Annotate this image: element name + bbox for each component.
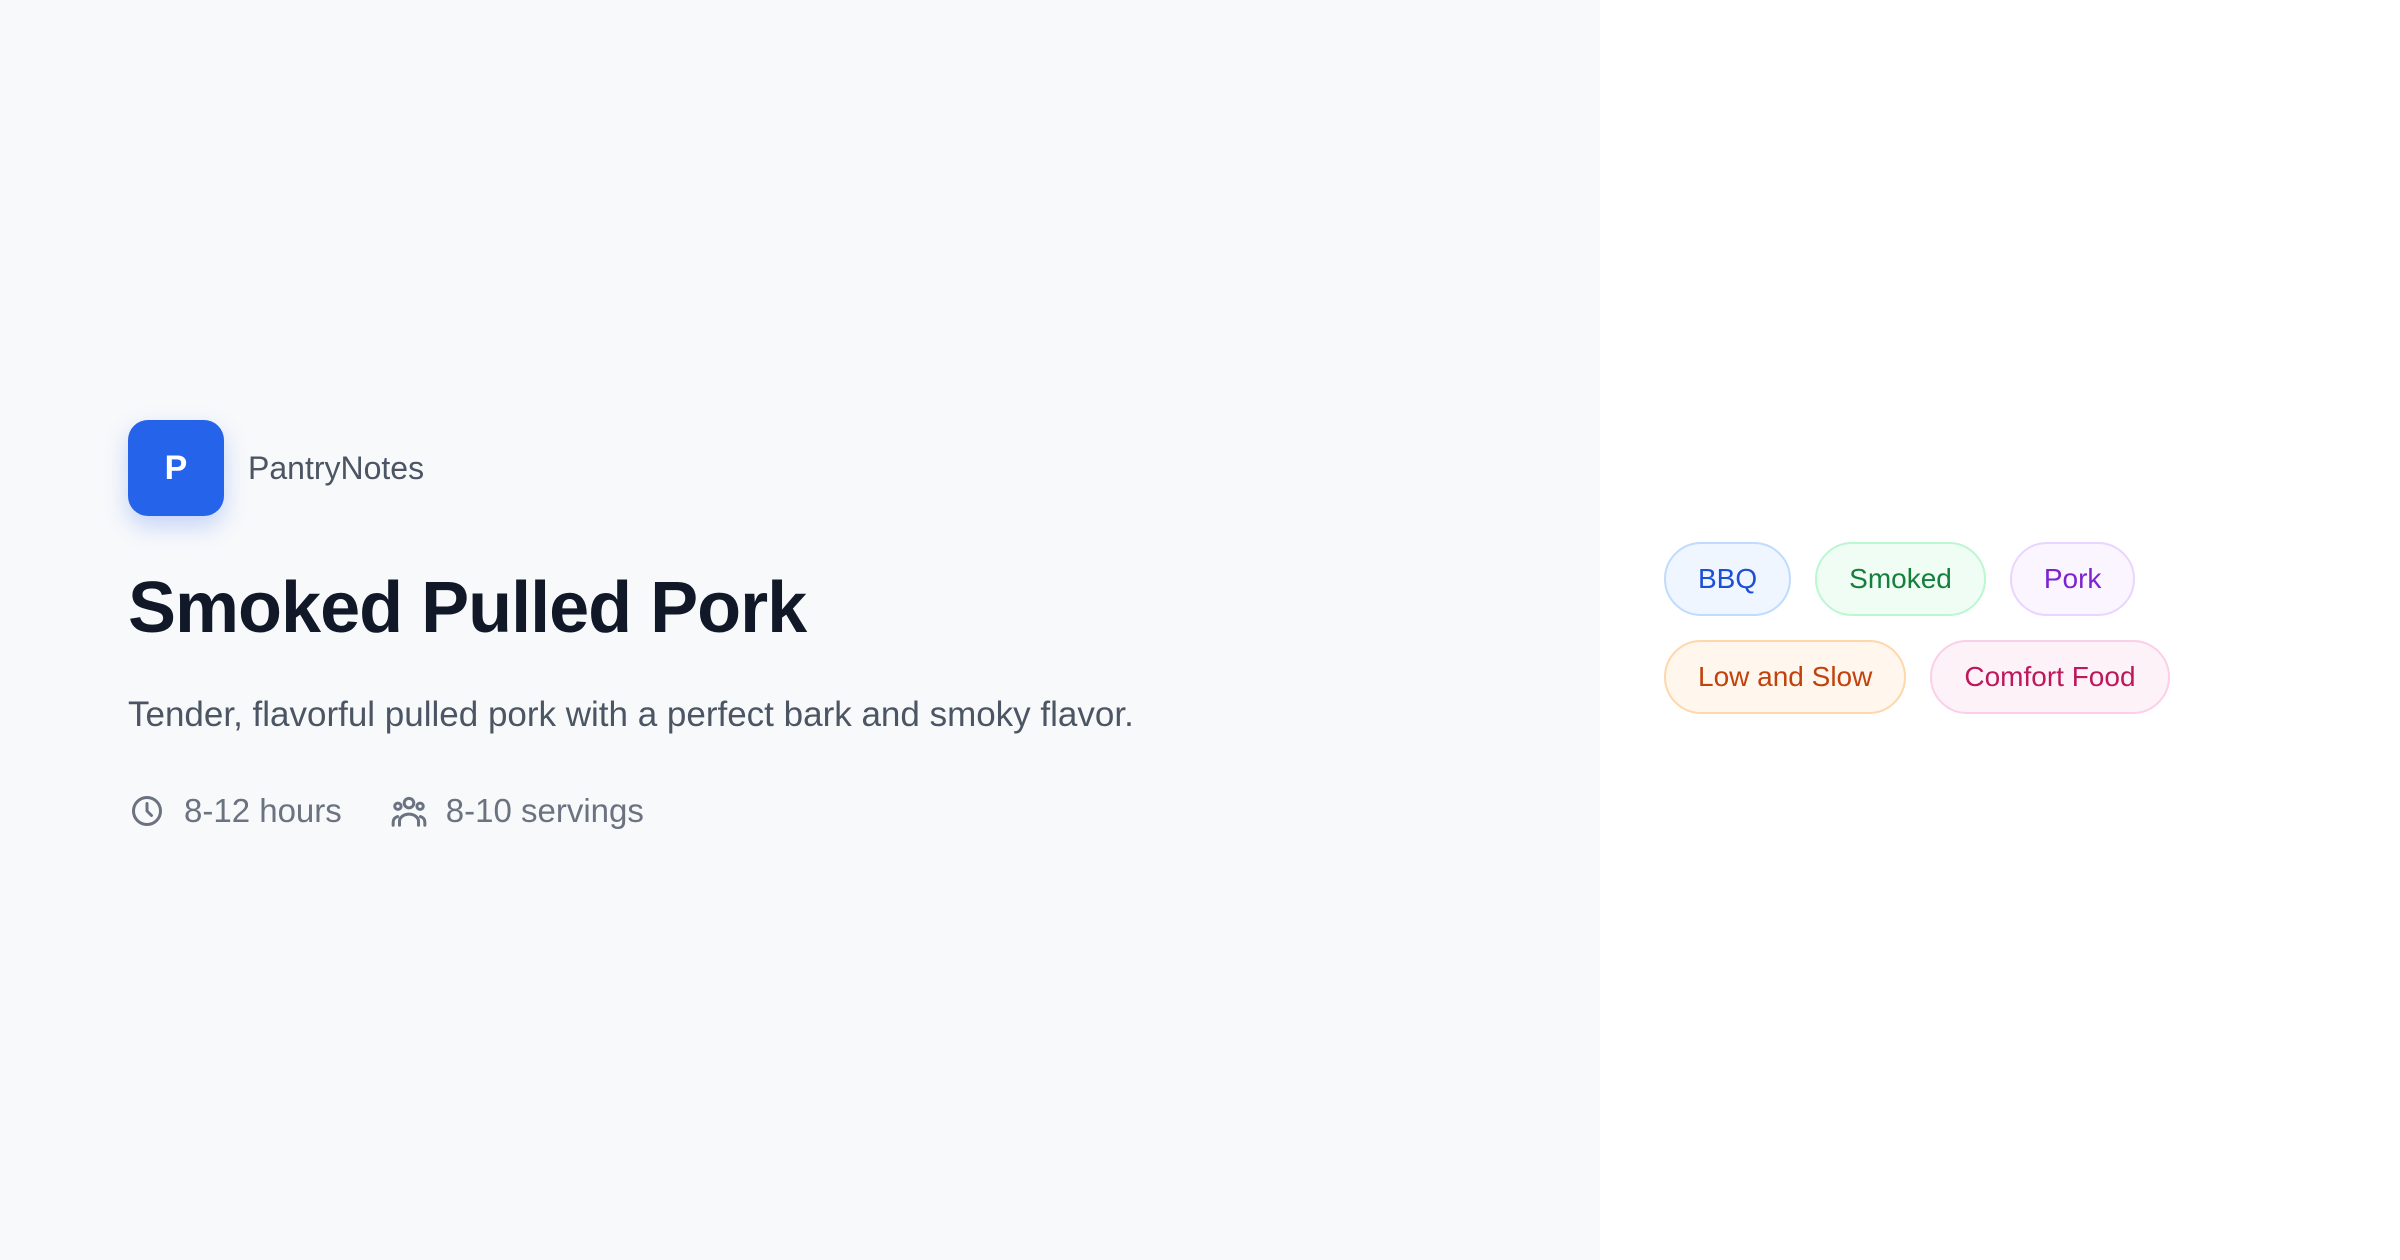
tag-pork[interactable]: Pork <box>2009 542 2136 616</box>
recipe-tags: BBQ Smoked Pork Low and Slow Comfort Foo… <box>1664 542 2224 714</box>
recipe-meta: 8-12 hours 8-10 servings <box>128 792 692 830</box>
recipe-description: Tender, flavorful pulled pork with a per… <box>128 695 1134 734</box>
recipe-title: Smoked Pulled Pork <box>128 568 807 648</box>
tag-low-and-slow[interactable]: Low and Slow <box>1664 640 1907 714</box>
users-icon <box>390 792 428 830</box>
servings-value: 8-10 servings <box>445 792 644 829</box>
tag-smoked[interactable]: Smoked <box>1815 542 1986 616</box>
cook-time: 8-12 hours <box>128 792 342 830</box>
brand: P PantryNotes <box>128 420 424 516</box>
tag-bbq[interactable]: BBQ <box>1664 542 1792 616</box>
cook-time-value: 8-12 hours <box>184 792 342 829</box>
recipe-summary-panel: P PantryNotes Smoked Pulled Pork Tender,… <box>0 0 1600 1260</box>
brand-name: PantryNotes <box>248 449 425 486</box>
recipe-card: P PantryNotes Smoked Pulled Pork Tender,… <box>0 0 2400 1260</box>
brand-logo: P <box>128 420 224 516</box>
tag-comfort-food[interactable]: Comfort Food <box>1930 640 2170 714</box>
servings: 8-10 servings <box>390 792 644 830</box>
clock-icon <box>128 792 166 830</box>
brand-logo-letter: P <box>164 448 188 487</box>
